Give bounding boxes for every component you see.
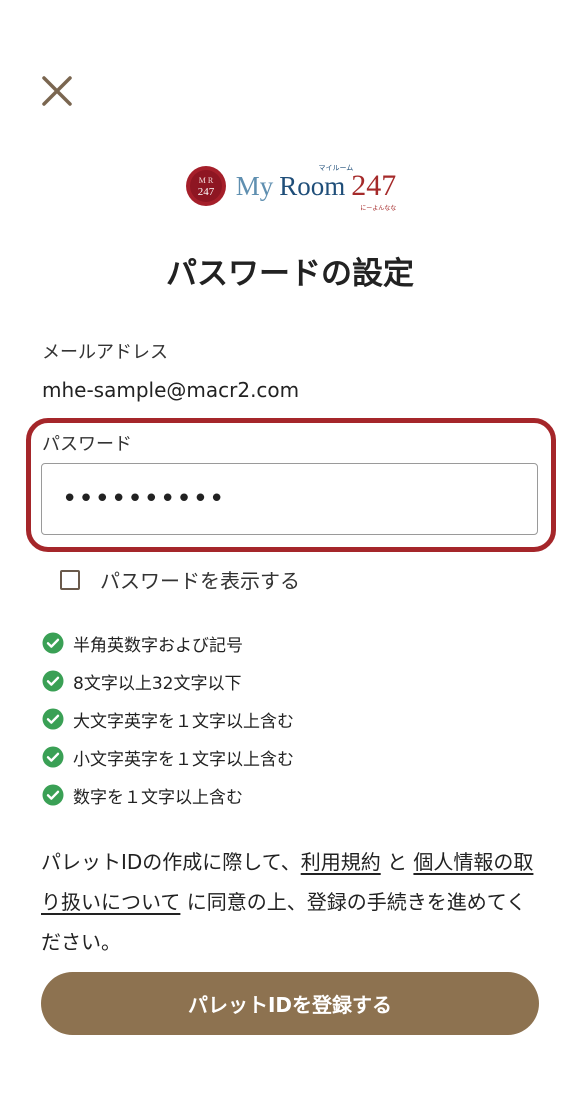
password-rule-text: 小文字英字を１文字以上含む [73,749,294,770]
consent-text: パレットIDの作成に際して、利用規約 と 個人情報の取り扱いについて に同意の上… [41,842,541,962]
password-rule-text: 大文字英字を１文字以上含む [73,711,294,732]
password-field[interactable] [41,463,538,535]
check-circle-icon [42,708,64,730]
password-rule-text: 8文字以上32文字以下 [73,673,242,694]
logo-word-my: My [235,171,274,201]
show-password-toggle[interactable]: パスワードを表示する [60,565,300,594]
logo-kana-top: マイルーム [318,164,354,172]
show-password-label: パスワードを表示する [100,569,300,593]
logo-word-room-text: Room [279,171,346,201]
password-rules-list: 半角英数字および記号 8文字以上32文字以下 大文字英字を１文字以上含む 小文字… [42,624,294,814]
terms-of-use-link[interactable]: 利用規約 [301,850,381,874]
password-rule: 大文字英字を１文字以上含む [42,700,294,738]
wax-seal-icon: M R 247 [185,166,226,206]
seal-top-text: M R [199,176,214,185]
consent-prefix: パレットIDの作成に際して、 [41,850,301,874]
register-palette-id-button[interactable]: パレットIDを登録する [41,972,539,1035]
close-button[interactable] [38,72,76,110]
myroom-logo: M R 247 My Room マイルーム 247 にーよんなな [0,160,580,212]
password-rule: 小文字英字を１文字以上含む [42,738,294,776]
logo-kana-bottom: にーよんなな [360,205,397,212]
check-circle-icon [42,746,64,768]
page-title: パスワードの設定 [166,256,414,292]
logo-number: 247 にーよんなな [351,169,397,212]
check-circle-icon [42,632,64,654]
password-rule-text: 半角英数字および記号 [73,635,243,656]
password-rule: 8文字以上32文字以下 [42,662,294,700]
check-circle-icon [42,784,64,806]
seal-number-text: 247 [197,186,214,198]
email-label: メールアドレス [42,342,168,363]
email-value: mhe-sample@macr2.com [42,378,300,402]
password-rule: 半角英数字および記号 [42,624,294,662]
password-rule: 数字を１文字以上含む [42,776,294,814]
logo-number-text: 247 [351,169,397,202]
logo-wordmark: My Room マイルーム 247 にーよんなな [235,164,397,212]
close-icon [42,76,72,106]
check-circle-icon [42,670,64,692]
password-rule-text: 数字を１文字以上含む [73,787,243,808]
password-label: パスワード [42,434,132,455]
consent-connector: と [387,850,408,874]
show-password-checkbox[interactable] [60,569,80,590]
logo-word-room: Room マイルーム [279,164,353,202]
